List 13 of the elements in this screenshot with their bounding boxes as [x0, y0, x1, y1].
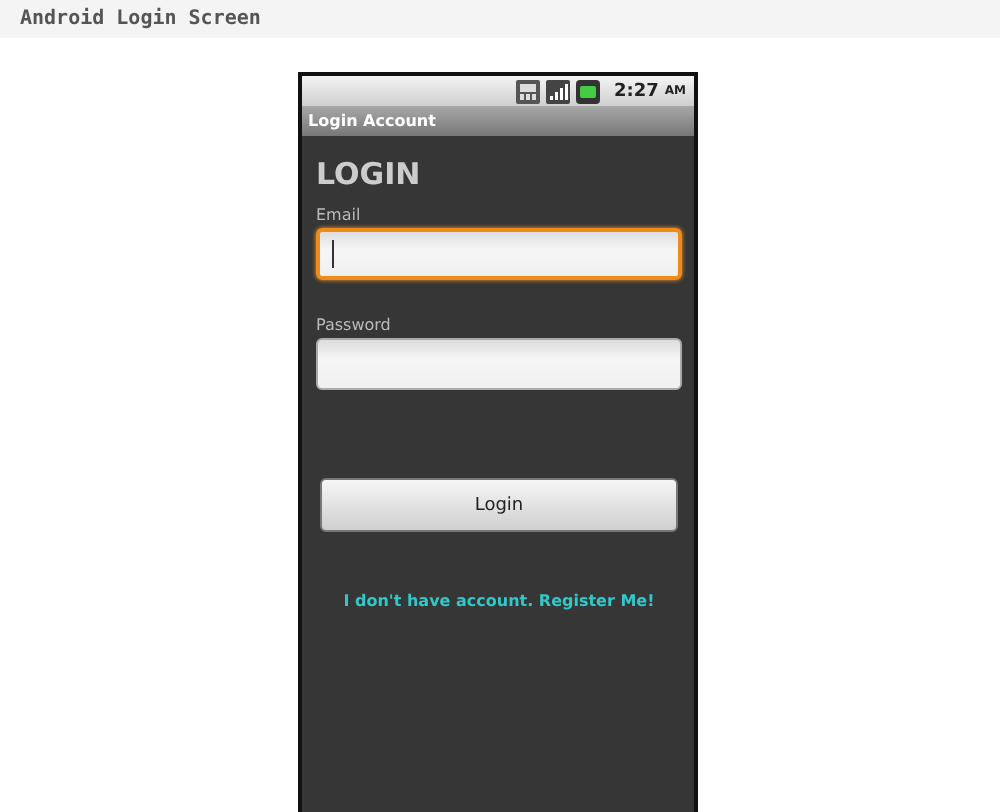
page-title: Android Login Screen: [20, 8, 261, 30]
field-label: Password: [316, 316, 393, 334]
input-field[interactable]: [316, 228, 682, 280]
signal-icon: [545, 79, 570, 103]
field-label: Email: [316, 206, 363, 224]
register-link[interactable]: I don't have account. Register Me!: [316, 592, 682, 610]
battery-icon: [575, 79, 600, 103]
input-field[interactable]: [316, 338, 682, 390]
network-icon: [515, 79, 540, 103]
login-heading: LOGIN: [316, 156, 423, 192]
status-time: 2:27: [613, 81, 659, 101]
app-title: Login Account: [308, 112, 436, 130]
login-button[interactable]: Login: [320, 478, 678, 532]
